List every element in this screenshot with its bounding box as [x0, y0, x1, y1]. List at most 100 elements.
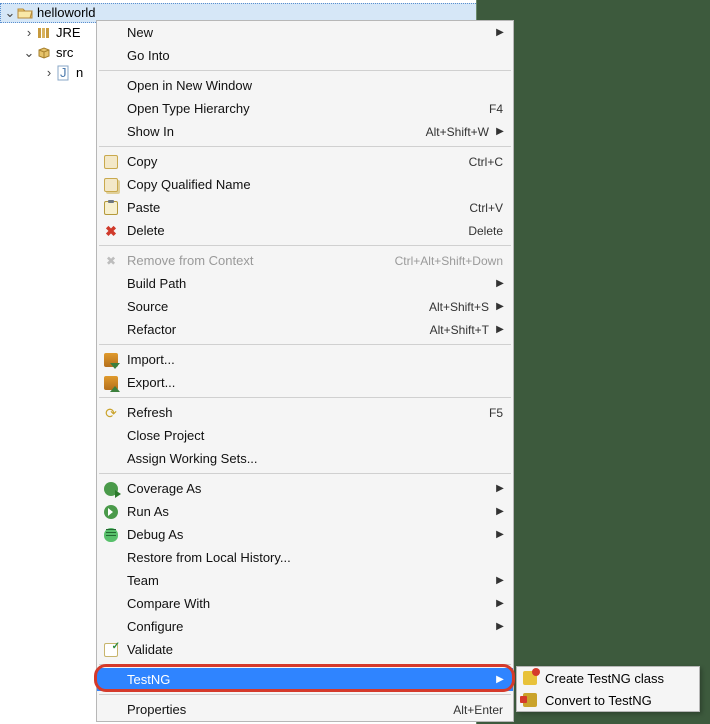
menu-debug-as[interactable]: Debug As ▶ [97, 523, 513, 546]
menu-remove-context: ✖ Remove from Context Ctrl+Alt+Shift+Dow… [97, 249, 513, 272]
menu-copy[interactable]: Copy Ctrl+C [97, 150, 513, 173]
debug-icon [97, 528, 125, 542]
menu-label: Coverage As [125, 481, 493, 496]
menu-refresh[interactable]: ⟳ Refresh F5 [97, 401, 513, 424]
menu-accel: F4 [489, 102, 507, 116]
menu-label: Open Type Hierarchy [125, 101, 489, 116]
tree-node-label: src [54, 43, 73, 63]
paste-icon [97, 201, 125, 215]
menu-label: Run As [125, 504, 493, 519]
submenu-create-testng-class[interactable]: Create TestNG class [517, 667, 699, 689]
menu-label: Properties [125, 702, 453, 717]
menu-refactor[interactable]: Refactor Alt+Shift+T ▶ [97, 318, 513, 341]
chevron-right-icon: ▶ [493, 529, 507, 540]
menu-label: Source [125, 299, 429, 314]
menu-validate[interactable]: Validate [97, 638, 513, 661]
remove-context-icon: ✖ [97, 254, 125, 268]
menu-run-as[interactable]: Run As ▶ [97, 500, 513, 523]
chevron-right-icon: ▶ [493, 126, 507, 137]
folder-open-icon [17, 5, 33, 21]
menu-coverage-as[interactable]: Coverage As ▶ [97, 477, 513, 500]
twisty-closed-icon[interactable]: › [42, 63, 56, 83]
menu-accel: Ctrl+C [469, 155, 507, 169]
menu-build-path[interactable]: Build Path ▶ [97, 272, 513, 295]
menu-source[interactable]: Source Alt+Shift+S ▶ [97, 295, 513, 318]
menu-label: Export... [125, 375, 507, 390]
twisty-open-icon[interactable]: ⌄ [22, 43, 36, 63]
menu-label: Compare With [125, 596, 493, 611]
testng-class-icon [517, 671, 543, 685]
refresh-icon: ⟳ [97, 406, 125, 420]
twisty-closed-icon[interactable]: › [22, 23, 36, 43]
menu-label: Validate [125, 642, 507, 657]
menu-label: Remove from Context [125, 253, 395, 268]
delete-icon: ✖ [97, 224, 125, 238]
menu-label: Go Into [125, 48, 507, 63]
menu-restore-local-history[interactable]: Restore from Local History... [97, 546, 513, 569]
menu-compare-with[interactable]: Compare With ▶ [97, 592, 513, 615]
menu-separator [99, 146, 511, 147]
chevron-right-icon: ▶ [493, 506, 507, 517]
menu-separator [99, 344, 511, 345]
menu-label: Debug As [125, 527, 493, 542]
chevron-right-icon: ▶ [493, 575, 507, 586]
menu-label: Paste [125, 200, 469, 215]
menu-import[interactable]: Import... [97, 348, 513, 371]
menu-open-new-window[interactable]: Open in New Window [97, 74, 513, 97]
menu-copy-qualified[interactable]: Copy Qualified Name [97, 173, 513, 196]
menu-label: Show In [125, 124, 426, 139]
chevron-right-icon: ▶ [493, 278, 507, 289]
library-icon [36, 25, 52, 41]
menu-separator [99, 694, 511, 695]
menu-accel: Alt+Shift+W [426, 125, 493, 139]
copy-qualified-icon [97, 178, 125, 192]
menu-label: Refactor [125, 322, 430, 337]
menu-go-into[interactable]: Go Into [97, 44, 513, 67]
menu-accel: Alt+Enter [453, 703, 507, 717]
menu-testng[interactable]: TestNG ▶ [97, 668, 513, 691]
menu-accel: Alt+Shift+T [430, 323, 493, 337]
menu-assign-working-sets[interactable]: Assign Working Sets... [97, 447, 513, 470]
menu-accel: Ctrl+Alt+Shift+Down [395, 254, 507, 268]
menu-label: Build Path [125, 276, 493, 291]
svg-text:J: J [60, 65, 67, 80]
menu-configure[interactable]: Configure ▶ [97, 615, 513, 638]
menu-label: Team [125, 573, 493, 588]
menu-accel: Delete [468, 224, 507, 238]
tree-node-label: helloworld [35, 3, 96, 23]
menu-show-in[interactable]: Show In Alt+Shift+W ▶ [97, 120, 513, 143]
menu-accel: Ctrl+V [469, 201, 507, 215]
menu-close-project[interactable]: Close Project [97, 424, 513, 447]
menu-accel: F5 [489, 406, 507, 420]
menu-delete[interactable]: ✖ Delete Delete [97, 219, 513, 242]
validate-icon [97, 643, 125, 657]
submenu-convert-to-testng[interactable]: Convert to TestNG [517, 689, 699, 711]
twisty-open-icon[interactable]: ⌄ [3, 3, 17, 23]
chevron-right-icon: ▶ [493, 621, 507, 632]
coverage-icon [97, 482, 125, 496]
tree-node-label: JRE [54, 23, 81, 43]
copy-icon [97, 155, 125, 169]
menu-label: Configure [125, 619, 493, 634]
chevron-right-icon: ▶ [493, 674, 507, 685]
menu-export[interactable]: Export... [97, 371, 513, 394]
menu-label: Open in New Window [125, 78, 507, 93]
menu-label: TestNG [125, 672, 493, 687]
menu-team[interactable]: Team ▶ [97, 569, 513, 592]
chevron-right-icon: ▶ [493, 324, 507, 335]
export-icon [97, 376, 125, 390]
menu-properties[interactable]: Properties Alt+Enter [97, 698, 513, 721]
menu-label: Import... [125, 352, 507, 367]
menu-paste[interactable]: Paste Ctrl+V [97, 196, 513, 219]
convert-testng-icon [517, 693, 543, 707]
menu-accel: Alt+Shift+S [429, 300, 493, 314]
context-menu: New ▶ Go Into Open in New Window Open Ty… [96, 20, 514, 722]
menu-open-type-hierarchy[interactable]: Open Type Hierarchy F4 [97, 97, 513, 120]
chevron-right-icon: ▶ [493, 598, 507, 609]
menu-separator [99, 245, 511, 246]
package-icon [36, 45, 52, 61]
menu-label: Copy [125, 154, 469, 169]
testng-submenu: Create TestNG class Convert to TestNG [516, 666, 700, 712]
menu-new[interactable]: New ▶ [97, 21, 513, 44]
menu-label: Close Project [125, 428, 507, 443]
